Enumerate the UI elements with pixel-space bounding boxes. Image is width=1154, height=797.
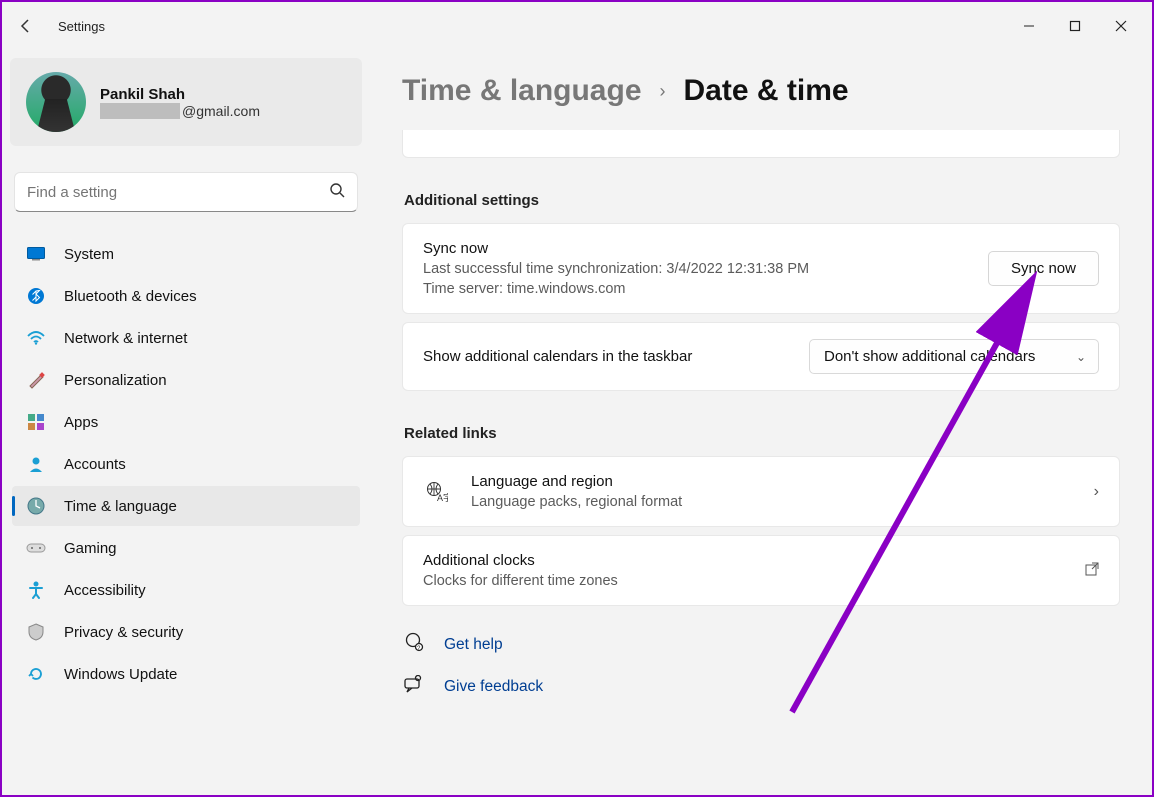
- sidebar-item-label: Windows Update: [64, 666, 177, 683]
- sidebar-item-label: Network & internet: [64, 330, 187, 347]
- sidebar-item-accessibility[interactable]: Accessibility: [12, 570, 360, 610]
- language-region-link[interactable]: A字 Language and region Language packs, r…: [402, 456, 1120, 527]
- search-input-wrapper[interactable]: [14, 172, 358, 212]
- window-controls: [1006, 10, 1144, 42]
- calendars-label: Show additional calendars in the taskbar: [423, 348, 789, 365]
- sidebar-item-label: Accessibility: [64, 582, 146, 599]
- sidebar-item-privacy[interactable]: Privacy & security: [12, 612, 360, 652]
- sync-last: Last successful time synchronization: 3/…: [423, 261, 968, 277]
- additional-calendars-card: Show additional calendars in the taskbar…: [402, 322, 1120, 391]
- update-icon: [26, 664, 46, 684]
- link-title: Additional clocks: [423, 552, 1065, 569]
- sidebar-item-label: Apps: [64, 414, 98, 431]
- sidebar-item-label: Accounts: [64, 456, 126, 473]
- link-sub: Language packs, regional format: [471, 494, 1074, 510]
- profile-name: Pankil Shah: [100, 86, 260, 103]
- sidebar-item-windows-update[interactable]: Windows Update: [12, 654, 360, 694]
- sidebar-item-personalization[interactable]: Personalization: [12, 360, 360, 400]
- sidebar-item-gaming[interactable]: Gaming: [12, 528, 360, 568]
- wifi-icon: [26, 328, 46, 348]
- breadcrumb-parent[interactable]: Time & language: [402, 74, 642, 108]
- system-icon: [26, 244, 46, 264]
- chevron-right-icon: ›: [660, 81, 666, 102]
- main-content: Time & language › Date & time Additional…: [370, 50, 1152, 795]
- back-button[interactable]: [10, 10, 42, 42]
- feedback-link-text[interactable]: Give feedback: [444, 678, 543, 696]
- get-help-link[interactable]: ? Get help: [404, 632, 1120, 657]
- link-sub: Clocks for different time zones: [423, 573, 1065, 589]
- sidebar-item-label: Privacy & security: [64, 624, 183, 641]
- additional-clocks-link[interactable]: Additional clocks Clocks for different t…: [402, 535, 1120, 606]
- sidebar: Pankil Shah @gmail.com System Bluetooth …: [2, 50, 370, 795]
- chevron-down-icon: ⌄: [1076, 350, 1086, 364]
- search-input[interactable]: [27, 184, 329, 201]
- sync-now-button[interactable]: Sync now: [988, 251, 1099, 286]
- bluetooth-icon: [26, 286, 46, 306]
- sidebar-item-time-language[interactable]: Time & language: [12, 486, 360, 526]
- gamepad-icon: [26, 538, 46, 558]
- give-feedback-link[interactable]: Give feedback: [404, 675, 1120, 698]
- clock-globe-icon: [26, 496, 46, 516]
- sync-server: Time server: time.windows.com: [423, 281, 968, 297]
- brush-icon: [26, 370, 46, 390]
- footer-links: ? Get help Give feedback: [402, 632, 1120, 698]
- section-heading-additional: Additional settings: [404, 192, 1120, 209]
- shield-icon: [26, 622, 46, 642]
- link-title: Language and region: [471, 473, 1074, 490]
- external-link-icon: [1085, 562, 1099, 579]
- help-link-text[interactable]: Get help: [444, 636, 503, 654]
- maximize-button[interactable]: [1052, 10, 1098, 42]
- accessibility-icon: [26, 580, 46, 600]
- sidebar-item-label: Personalization: [64, 372, 167, 389]
- profile-card[interactable]: Pankil Shah @gmail.com: [10, 58, 362, 146]
- calendars-dropdown[interactable]: Don't show additional calendars ⌄: [809, 339, 1099, 374]
- sync-title: Sync now: [423, 240, 968, 257]
- breadcrumb-current: Date & time: [684, 74, 849, 108]
- apps-icon: [26, 412, 46, 432]
- svg-text:A字: A字: [437, 492, 448, 503]
- sidebar-item-apps[interactable]: Apps: [12, 402, 360, 442]
- sidebar-item-accounts[interactable]: Accounts: [12, 444, 360, 484]
- profile-email: @gmail.com: [100, 103, 260, 119]
- chevron-right-icon: ›: [1094, 483, 1099, 501]
- avatar: [26, 72, 86, 132]
- collapsed-card[interactable]: [402, 130, 1120, 158]
- sync-now-card: Sync now Last successful time synchroniz…: [402, 223, 1120, 314]
- close-button[interactable]: [1098, 10, 1144, 42]
- window-title: Settings: [58, 19, 105, 34]
- breadcrumb: Time & language › Date & time: [402, 74, 1120, 108]
- sidebar-item-system[interactable]: System: [12, 234, 360, 274]
- sidebar-item-label: System: [64, 246, 114, 263]
- section-heading-related: Related links: [404, 425, 1120, 442]
- feedback-icon: [404, 675, 426, 698]
- sidebar-item-label: Time & language: [64, 498, 177, 515]
- sidebar-item-label: Bluetooth & devices: [64, 288, 197, 305]
- sidebar-item-bluetooth[interactable]: Bluetooth & devices: [12, 276, 360, 316]
- help-icon: ?: [404, 632, 426, 657]
- dropdown-value: Don't show additional calendars: [824, 348, 1035, 365]
- sidebar-item-label: Gaming: [64, 540, 117, 557]
- titlebar: Settings: [2, 2, 1152, 50]
- redacted-text: [100, 103, 180, 119]
- language-icon: A字: [423, 481, 451, 503]
- person-icon: [26, 454, 46, 474]
- nav-list: System Bluetooth & devices Network & int…: [10, 234, 362, 694]
- minimize-button[interactable]: [1006, 10, 1052, 42]
- search-icon: [329, 182, 345, 203]
- sidebar-item-network[interactable]: Network & internet: [12, 318, 360, 358]
